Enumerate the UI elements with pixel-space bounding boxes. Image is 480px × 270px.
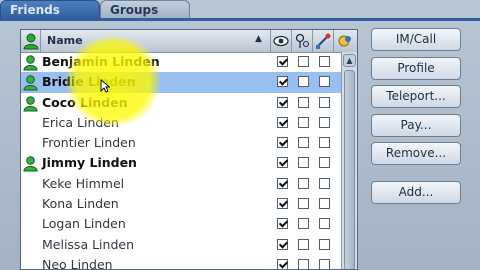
- list-header: Name ▲: [21, 30, 357, 53]
- see-on-map-checkbox[interactable]: [298, 96, 309, 108]
- friends-list: Name ▲ Benjamin Linden Bridie Linden Coc…: [20, 29, 358, 270]
- friend-name: Keke Himmel: [42, 175, 125, 191]
- friend-name: Kona Linden: [42, 196, 119, 212]
- see-online-status-checkbox[interactable]: [277, 258, 288, 269]
- friend-name: Coco Linden: [42, 94, 128, 110]
- profile-button[interactable]: Profile: [371, 57, 461, 80]
- name-column-label: Name: [47, 34, 83, 47]
- im-call-button[interactable]: IM/Call: [371, 28, 461, 51]
- list-item[interactable]: Erica Linden: [21, 113, 357, 133]
- remove-button[interactable]: Remove...: [371, 142, 461, 165]
- header-edit-objects-column[interactable]: [313, 30, 334, 52]
- see-online-status-checkbox[interactable]: [277, 238, 288, 250]
- pay-button[interactable]: Pay...: [371, 114, 461, 137]
- list-item[interactable]: Jimmy Linden: [21, 153, 357, 173]
- modify-objects-checkbox[interactable]: [319, 137, 330, 149]
- list-item[interactable]: Melissa Linden: [21, 235, 357, 255]
- friends-rows: Benjamin Linden Bridie Linden Coco Linde…: [21, 52, 357, 270]
- see-online-status-checkbox[interactable]: [277, 198, 288, 210]
- sort-ascending-icon: ▲: [255, 34, 262, 44]
- online-icon: [23, 95, 38, 112]
- online-status-icon: [23, 33, 39, 50]
- friend-name: Melissa Linden: [42, 236, 134, 252]
- see-online-status-checkbox[interactable]: [277, 56, 288, 67]
- friend-name: Benjamin Linden: [42, 54, 160, 69]
- modify-objects-checkbox[interactable]: [319, 157, 330, 169]
- add-button[interactable]: Add...: [371, 181, 461, 204]
- edit-objects-icon: [316, 33, 331, 49]
- friend-name: Jimmy Linden: [42, 155, 137, 171]
- see-online-status-checkbox[interactable]: [277, 76, 288, 88]
- see-on-map-checkbox[interactable]: [298, 56, 309, 67]
- modify-objects-checkbox[interactable]: [319, 238, 330, 250]
- online-icon: [23, 75, 38, 91]
- tab-groups[interactable]: Groups: [100, 0, 190, 19]
- header-online-column[interactable]: [21, 30, 41, 52]
- see-online-status-checkbox[interactable]: [277, 96, 288, 108]
- see-on-map-checkbox[interactable]: [298, 116, 309, 128]
- see-online-status-checkbox[interactable]: [277, 157, 288, 169]
- friend-name: Bridie Linden: [42, 74, 136, 90]
- list-item[interactable]: Benjamin Linden: [21, 52, 357, 72]
- modify-objects-checkbox[interactable]: [319, 56, 330, 67]
- see-on-map-checkbox[interactable]: [298, 238, 309, 250]
- modify-objects-checkbox[interactable]: [319, 198, 330, 210]
- header-name-column[interactable]: Name ▲: [41, 30, 271, 52]
- friend-name: Erica Linden: [42, 114, 119, 130]
- see-online-status-checkbox[interactable]: [277, 137, 288, 149]
- map-pin-icon: [295, 33, 310, 48]
- eye-icon: [273, 35, 289, 47]
- tab-friends[interactable]: Friends: [0, 0, 100, 19]
- friends-window: Friends Groups Name ▲ Benjamin Linden Br…: [0, 0, 480, 270]
- modify-objects-checkbox[interactable]: [319, 177, 330, 189]
- friend-name: Neo Linden: [42, 256, 113, 270]
- see-on-map-checkbox[interactable]: [298, 157, 309, 169]
- list-scrollbar[interactable]: ▲: [341, 52, 357, 269]
- object-permissions-icon: [338, 35, 351, 47]
- see-on-map-checkbox[interactable]: [298, 218, 309, 230]
- list-item[interactable]: Neo Linden: [21, 255, 357, 270]
- modify-objects-checkbox[interactable]: [319, 116, 330, 128]
- tab-strip: [0, 18, 480, 21]
- friend-name: Logan Linden: [42, 216, 126, 232]
- online-icon: [23, 55, 38, 71]
- online-icon: [23, 156, 38, 172]
- scroll-thumb[interactable]: [344, 70, 355, 269]
- see-online-status-checkbox[interactable]: [277, 116, 288, 128]
- see-online-status-checkbox[interactable]: [277, 177, 288, 189]
- list-item[interactable]: Kona Linden: [21, 194, 357, 214]
- see-on-map-checkbox[interactable]: [298, 76, 309, 88]
- teleport-button[interactable]: Teleport...: [371, 85, 461, 108]
- see-online-status-checkbox[interactable]: [277, 218, 288, 230]
- scroll-up-button[interactable]: ▲: [343, 54, 356, 67]
- modify-objects-checkbox[interactable]: [319, 76, 330, 88]
- list-item-selected[interactable]: Bridie Linden: [21, 72, 357, 93]
- friend-name: Frontier Linden: [42, 135, 136, 151]
- modify-objects-checkbox[interactable]: [319, 218, 330, 230]
- see-on-map-checkbox[interactable]: [298, 137, 309, 149]
- header-online-visibility-column[interactable]: [271, 30, 292, 52]
- modify-objects-checkbox[interactable]: [319, 258, 330, 269]
- list-item[interactable]: Coco Linden: [21, 93, 357, 113]
- list-item[interactable]: Logan Linden: [21, 214, 357, 234]
- header-map-location-column[interactable]: [292, 30, 313, 52]
- see-on-map-checkbox[interactable]: [298, 198, 309, 210]
- see-on-map-checkbox[interactable]: [298, 258, 309, 269]
- header-extra-column[interactable]: [334, 30, 357, 52]
- see-on-map-checkbox[interactable]: [298, 177, 309, 189]
- list-item[interactable]: Keke Himmel: [21, 174, 357, 194]
- modify-objects-checkbox[interactable]: [319, 96, 330, 108]
- mouse-cursor-icon: [100, 79, 110, 93]
- list-item[interactable]: Frontier Linden: [21, 133, 357, 153]
